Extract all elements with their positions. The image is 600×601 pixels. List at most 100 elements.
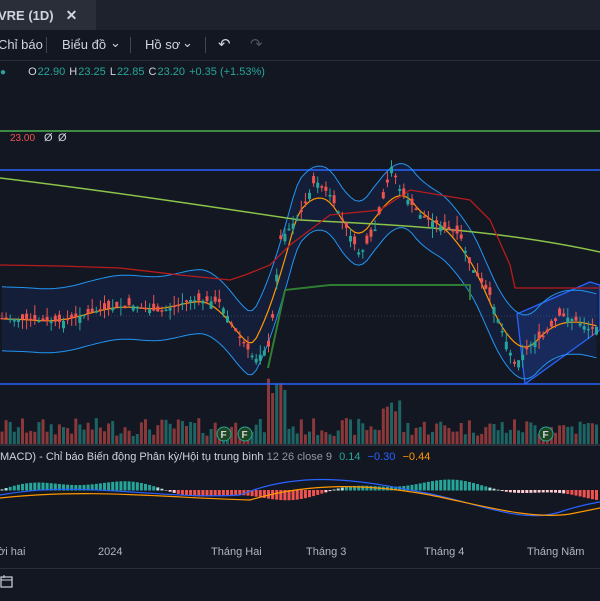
macd-histogram-bar [426, 481, 430, 491]
time-label: Tháng Hai [211, 546, 262, 558]
candle-body [336, 211, 340, 214]
macd-histogram-bar [492, 488, 496, 491]
macd-histogram-bar [230, 490, 234, 495]
volume-bar [119, 433, 123, 444]
volume-bar [340, 420, 344, 444]
calendar-range-icon[interactable] [0, 575, 14, 589]
candle-body [135, 306, 139, 309]
macd-histogram-bar [226, 490, 229, 496]
macd-histogram-bar [148, 484, 152, 491]
volume-bar [595, 424, 598, 444]
bottom-bar [0, 568, 600, 601]
ohlc-legend: ● O22.90 H23.25 L22.85 C23.20 +0.35 (+1.… [0, 66, 266, 86]
macd-histogram-bar [98, 483, 102, 491]
candle-body [472, 270, 475, 273]
macd-histogram-bar [443, 479, 447, 491]
tab-vre[interactable]: VRE (1D) ✕ [0, 0, 96, 30]
volume-bar [258, 418, 262, 444]
volume-bar [8, 421, 12, 444]
macd-histogram-bar [16, 484, 20, 491]
candle-body [217, 298, 221, 302]
macd-histogram-bar [275, 490, 279, 500]
candle-body [324, 186, 328, 191]
candle-body [459, 234, 463, 239]
candle-body [41, 318, 45, 321]
candle-body [295, 218, 299, 221]
candle-body [213, 296, 217, 302]
svg-text:F: F [543, 430, 549, 441]
undo-icon[interactable]: ↶ [218, 35, 231, 53]
chevron-down-icon[interactable]: ⌄ [110, 35, 121, 51]
candle-body [312, 176, 316, 184]
macd-histogram-bar [213, 490, 217, 496]
time-label: Tháng Năm [527, 546, 585, 558]
status-dot-icon: ● [0, 67, 7, 78]
redo-icon[interactable]: ↷ [250, 35, 263, 53]
close-label: C [148, 66, 157, 78]
macd-histogram-bar [295, 490, 299, 500]
macd-signal-value: −0.44 [402, 451, 431, 463]
candle-body [365, 235, 369, 244]
candle-body [205, 296, 209, 302]
candle-body [242, 341, 246, 344]
macd-histogram-bar [566, 490, 570, 495]
price-chart[interactable]: 23.00 Ø Ø F F F [0, 86, 600, 540]
macd-histogram-bar [467, 481, 471, 491]
candle-body [402, 188, 406, 195]
chevron-down-icon[interactable]: ⌄ [182, 35, 193, 51]
candle-body [21, 314, 24, 320]
earnings-marker[interactable]: F [237, 426, 253, 442]
volume-bar [459, 422, 463, 444]
macd-histogram-bar [316, 490, 320, 495]
volume-bar [316, 435, 320, 444]
earnings-marker[interactable]: F [216, 426, 232, 442]
candle-body [447, 226, 451, 230]
volume-bar [398, 400, 402, 444]
earnings-marker[interactable]: F [538, 426, 554, 442]
candle-body [463, 250, 467, 254]
volume-bar [385, 406, 389, 444]
candle-body [303, 201, 307, 204]
candle-body [103, 303, 106, 310]
candle-body [558, 308, 562, 316]
candle-body [168, 307, 172, 311]
macd-histogram-bar [21, 483, 24, 491]
volume-bar [308, 431, 311, 444]
candle-body [390, 166, 393, 174]
chart-type-button[interactable]: Biểu đồ [62, 37, 106, 52]
volume-bar [94, 418, 98, 444]
volume-bar [410, 434, 414, 444]
macd-histogram-bar [123, 481, 127, 491]
volume-bar [521, 432, 525, 444]
macd-histogram-bar [525, 490, 529, 493]
candle-body [62, 320, 65, 329]
macd-histogram-bar [582, 490, 586, 498]
volume-bar [533, 425, 537, 444]
volume-bar [172, 428, 176, 444]
macd-histogram-bar [152, 486, 156, 491]
candle-body [234, 328, 238, 332]
volume-bar [295, 433, 299, 444]
volume-bar [262, 432, 266, 444]
alert-hidden-icon: Ø [44, 132, 53, 144]
candle-body [148, 309, 152, 314]
toolbar-divider [130, 37, 131, 53]
indicators-button[interactable]: Chỉ báo [0, 37, 43, 52]
volume-bar [484, 427, 488, 444]
macd-histogram-bar [135, 482, 139, 491]
candle-body [238, 336, 242, 338]
volume-bar [402, 431, 406, 444]
candle-body [78, 316, 82, 323]
profile-button[interactable]: Hồ sơ [145, 37, 180, 52]
candle-body [279, 235, 283, 239]
volume-bar [361, 423, 365, 444]
candle-body [98, 309, 102, 311]
volume-bar [287, 428, 291, 444]
macd-histogram-bar [217, 490, 221, 496]
close-icon[interactable]: ✕ [66, 7, 78, 24]
volume-bar [25, 432, 29, 444]
candle-body [8, 318, 12, 321]
volume-bar [574, 433, 578, 444]
candle-body [287, 228, 291, 231]
macd-histogram-bar [504, 490, 508, 492]
